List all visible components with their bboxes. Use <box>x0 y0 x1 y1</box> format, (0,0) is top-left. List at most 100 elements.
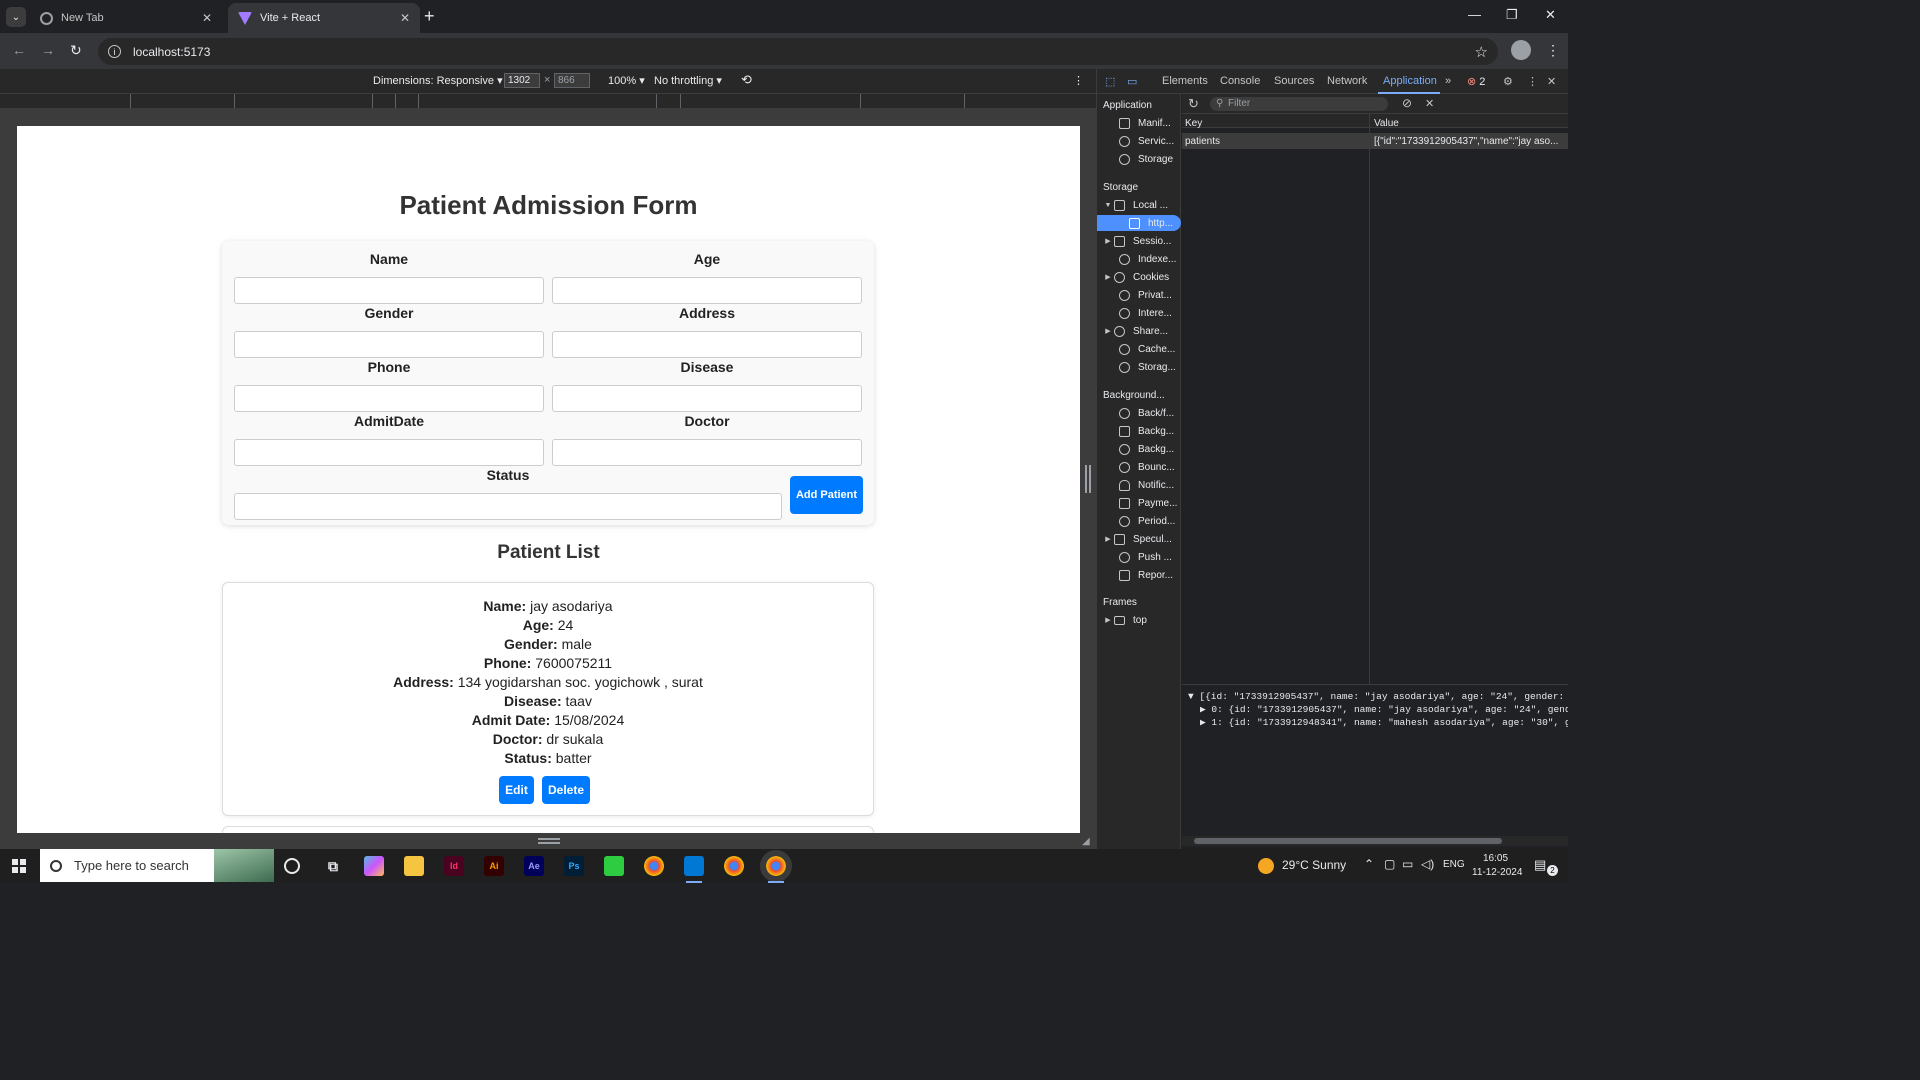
collapsed-triangle-icon[interactable]: ▶ <box>1102 273 1114 281</box>
taskbar-search[interactable]: Type here to search <box>40 849 274 882</box>
window-close-icon[interactable]: ✕ <box>1545 7 1556 23</box>
sidebar-item-notifications[interactable]: Notific... <box>1097 477 1181 493</box>
network-icon[interactable]: ▭ <box>1402 857 1413 871</box>
horizontal-scrollbar[interactable] <box>1182 836 1568 846</box>
language-indicator[interactable]: ENG <box>1443 859 1465 870</box>
sidebar-item-storage-buckets[interactable]: Storag... <box>1097 359 1181 375</box>
address-input[interactable] <box>552 331 862 358</box>
rotate-icon[interactable]: ⟲ <box>741 72 752 88</box>
disease-input[interactable] <box>552 385 862 412</box>
clear-all-icon[interactable]: ⊘ <box>1402 96 1412 110</box>
clock-date[interactable]: 11-12-2024 <box>1472 867 1522 878</box>
forward-arrow-icon[interactable]: → <box>41 42 55 58</box>
phone-app-icon[interactable] <box>604 856 624 876</box>
dimensions-dropdown[interactable]: Dimensions: Responsive ▾ <box>373 74 503 87</box>
sidebar-item-private-state-tokens[interactable]: Privat... <box>1097 287 1181 303</box>
collapsed-triangle-icon[interactable]: ▶ <box>1102 237 1114 245</box>
copilot-icon[interactable] <box>364 856 384 876</box>
column-divider[interactable] <box>1369 114 1370 684</box>
sidebar-item-cache-storage[interactable]: Cache... <box>1097 341 1181 357</box>
tab-search-chevron-icon[interactable]: ⌄ <box>6 7 26 27</box>
preview-line[interactable]: ▶ 1: {id: "1733912948341", name: "mahesh… <box>1200 717 1568 728</box>
error-badge[interactable]: ⊗ 2 <box>1467 75 1485 88</box>
minimize-icon[interactable]: — <box>1468 7 1481 22</box>
weather-text[interactable]: 29°C Sunny <box>1282 858 1346 872</box>
tray-app-icon[interactable]: ▢ <box>1384 857 1395 871</box>
sidebar-item-local-storage-origin[interactable]: http... <box>1097 215 1181 231</box>
height-input[interactable]: 866 <box>554 73 590 88</box>
add-patient-button[interactable]: Add Patient <box>790 476 863 514</box>
notifications-icon[interactable]: ▤ <box>1534 857 1546 873</box>
sidebar-item-back-forward-cache[interactable]: Back/f... <box>1097 405 1181 421</box>
chrome-icon[interactable] <box>724 856 744 876</box>
phone-input[interactable] <box>234 385 544 412</box>
sidebar-item-reporting-api[interactable]: Repor... <box>1097 567 1181 583</box>
collapsed-triangle-icon[interactable]: ▶ <box>1102 535 1114 543</box>
tab-vite-react[interactable]: Vite + React ✕ <box>228 3 420 33</box>
doctor-input[interactable] <box>552 439 862 466</box>
vscode-icon[interactable] <box>684 856 704 883</box>
device-toolbar-toggle-icon[interactable]: ▭ <box>1127 75 1137 88</box>
reload-icon[interactable]: ↻ <box>70 42 82 59</box>
viewport-resize-handle[interactable] <box>1085 465 1091 493</box>
sidebar-item-local-storage[interactable]: ▼ Local ... <box>1097 197 1181 213</box>
status-input[interactable] <box>234 493 782 520</box>
sidebar-item-indexeddb[interactable]: Indexe... <box>1097 251 1181 267</box>
tab-application[interactable]: Application <box>1383 75 1437 87</box>
windows-start-icon[interactable] <box>12 859 26 873</box>
tab-new-tab[interactable]: New Tab ✕ <box>30 3 222 33</box>
device-toolbar-more-icon[interactable]: ⋮ <box>1073 74 1084 87</box>
sidebar-item-speculative-loads[interactable]: ▶ Specul... <box>1097 531 1181 547</box>
sidebar-item-manifest[interactable]: Manif... <box>1097 115 1181 131</box>
site-info-icon[interactable]: i <box>108 45 121 58</box>
after-effects-icon[interactable]: Ae <box>524 856 544 876</box>
clock-time[interactable]: 16:05 <box>1483 853 1508 864</box>
chrome-active-window-icon[interactable] <box>760 850 792 883</box>
refresh-icon[interactable]: ↻ <box>1188 96 1199 112</box>
name-input[interactable] <box>234 277 544 304</box>
tab-elements[interactable]: Elements <box>1162 75 1208 87</box>
edit-button[interactable]: Edit <box>499 776 534 804</box>
table-row[interactable]: patients [{"id":"1733912905437","name":"… <box>1182 133 1568 149</box>
tray-chevron-icon[interactable]: ⌃ <box>1364 857 1374 871</box>
sidebar-item-payment-handler[interactable]: Payme... <box>1097 495 1181 511</box>
zoom-dropdown[interactable]: 100% ▾ <box>608 74 645 87</box>
delete-selected-icon[interactable]: ✕ <box>1425 97 1434 110</box>
sidebar-item-background-sync[interactable]: Backg... <box>1097 441 1181 457</box>
age-input[interactable] <box>552 277 862 304</box>
sidebar-item-periodic-sync[interactable]: Period... <box>1097 513 1181 529</box>
address-bar[interactable]: i localhost:5173 ☆ <box>98 38 1498 65</box>
tab-network[interactable]: Network <box>1327 75 1367 87</box>
close-icon[interactable]: ✕ <box>400 11 410 25</box>
browser-menu-icon[interactable]: ⋮ <box>1546 42 1560 59</box>
devtools-settings-icon[interactable]: ⚙ <box>1503 75 1513 88</box>
file-explorer-icon[interactable] <box>404 856 424 876</box>
admit-date-input[interactable] <box>234 439 544 466</box>
chrome-icon[interactable] <box>644 856 664 876</box>
sidebar-item-shared-storage[interactable]: ▶ Share... <box>1097 323 1181 339</box>
close-icon[interactable]: ✕ <box>202 11 212 25</box>
sidebar-item-interest-groups[interactable]: Intere... <box>1097 305 1181 321</box>
illustrator-icon[interactable]: Ai <box>484 856 504 876</box>
back-arrow-icon[interactable]: ← <box>12 42 26 58</box>
devtools-more-icon[interactable]: ⋮ <box>1527 75 1538 88</box>
profile-avatar[interactable] <box>1511 40 1531 60</box>
width-input[interactable]: 1302 <box>504 73 540 88</box>
bookmark-star-icon[interactable]: ☆ <box>1475 43 1488 61</box>
collapsed-triangle-icon[interactable]: ▶ <box>1102 327 1114 335</box>
tab-console[interactable]: Console <box>1220 75 1260 87</box>
gender-input[interactable] <box>234 331 544 358</box>
photoshop-icon[interactable]: Ps <box>564 856 584 876</box>
sidebar-item-session-storage[interactable]: ▶ Sessio... <box>1097 233 1181 249</box>
sidebar-item-service-workers[interactable]: Servic... <box>1097 133 1181 149</box>
throttling-dropdown[interactable]: No throttling ▾ <box>654 74 722 87</box>
delete-button[interactable]: Delete <box>542 776 590 804</box>
sidebar-item-push-messaging[interactable]: Push ... <box>1097 549 1181 565</box>
sidebar-item-background-fetch[interactable]: Backg... <box>1097 423 1181 439</box>
more-tabs-icon[interactable]: » <box>1445 75 1451 87</box>
inspect-element-icon[interactable]: ⬚ <box>1105 75 1115 88</box>
filter-input[interactable]: ⚲ Filter <box>1210 97 1388 111</box>
viewport-bottom-resize-handle[interactable] <box>538 838 560 844</box>
collapsed-triangle-icon[interactable]: ▶ <box>1102 616 1114 624</box>
expanded-triangle-icon[interactable]: ▼ <box>1102 202 1114 209</box>
